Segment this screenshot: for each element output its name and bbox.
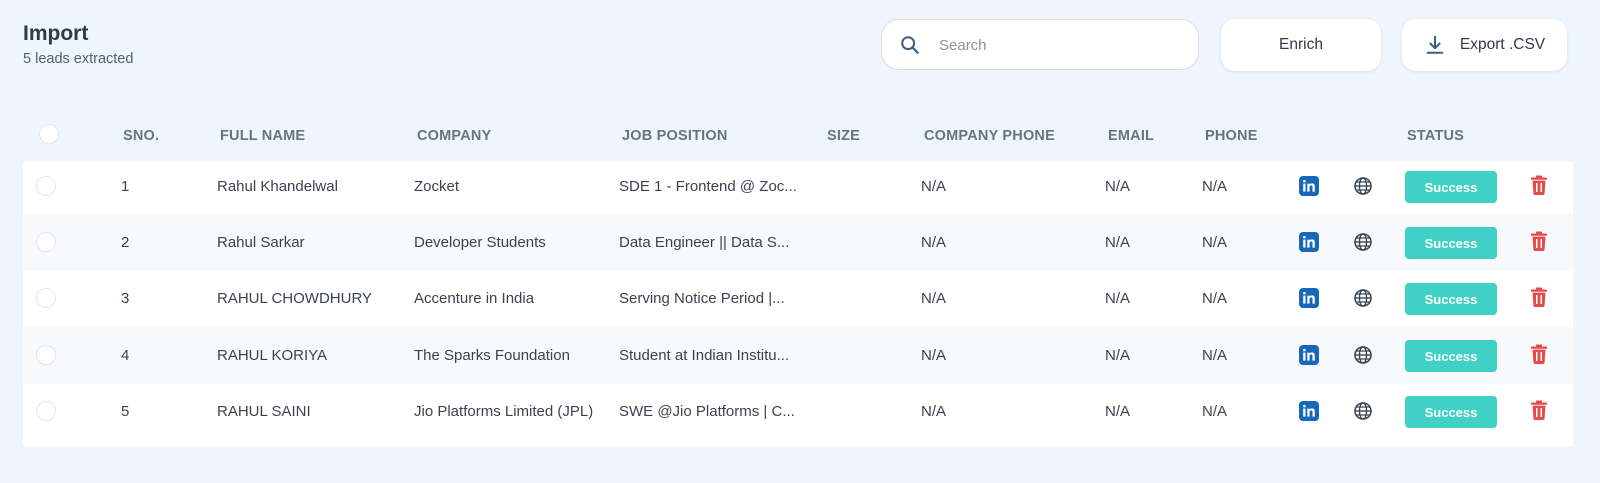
column-header-company[interactable]: COMPANY	[417, 128, 491, 144]
cell-sno: 3	[121, 290, 130, 307]
cell-job-position: Data Engineer || Data S...	[619, 234, 790, 251]
cell-full-name: Rahul Khandelwal	[217, 178, 338, 195]
cell-sno: 4	[121, 347, 130, 364]
cell-company-phone: N/A	[921, 178, 947, 195]
search-box[interactable]	[881, 19, 1199, 70]
column-header-job-position[interactable]: JOB POSITION	[622, 128, 728, 144]
cell-company: The Sparks Foundation	[414, 347, 570, 364]
table-row: 3 RAHUL CHOWDHURY Accenture in India Ser…	[23, 270, 1573, 327]
cell-job-position: Student at Indian Institu...	[619, 347, 790, 364]
select-all-checkbox[interactable]	[39, 124, 59, 144]
globe-icon[interactable]	[1353, 288, 1373, 308]
cell-job-position: SDE 1 - Frontend @ Zoc...	[619, 178, 797, 195]
cell-phone: N/A	[1202, 290, 1228, 307]
trash-icon[interactable]	[1530, 400, 1548, 420]
cell-sno: 5	[121, 403, 130, 420]
cell-company: Accenture in India	[414, 290, 535, 307]
cell-company: Jio Platforms Limited (JPL)	[414, 403, 594, 420]
export-csv-button[interactable]: Export .CSV	[1402, 19, 1567, 71]
cell-email: N/A	[1105, 290, 1131, 307]
cell-sno: 2	[121, 234, 130, 251]
linkedin-icon[interactable]	[1299, 288, 1319, 308]
export-csv-button-label: Export .CSV	[1459, 36, 1546, 53]
globe-icon[interactable]	[1353, 401, 1373, 421]
table-row: 5 RAHUL SAINI Jio Platforms Limited (JPL…	[23, 383, 1573, 440]
cell-email: N/A	[1105, 403, 1131, 420]
status-badge[interactable]: Success	[1405, 340, 1497, 372]
table-row: 4 RAHUL KORIYA The Sparks Foundation Stu…	[23, 327, 1573, 384]
status-badge[interactable]: Success	[1405, 396, 1497, 428]
linkedin-icon[interactable]	[1299, 232, 1319, 252]
search-icon	[901, 36, 919, 54]
status-badge[interactable]: Success	[1405, 171, 1497, 203]
trash-icon[interactable]	[1530, 287, 1548, 307]
trash-icon[interactable]	[1530, 344, 1548, 364]
cell-email: N/A	[1105, 234, 1131, 251]
column-header-company-phone[interactable]: COMPANY PHONE	[924, 128, 1055, 144]
cell-email: N/A	[1105, 347, 1131, 364]
row-checkbox[interactable]	[36, 232, 56, 252]
linkedin-icon[interactable]	[1299, 401, 1319, 421]
cell-phone: N/A	[1202, 234, 1228, 251]
cell-job-position: SWE @Jio Platforms | C...	[619, 403, 795, 420]
cell-company-phone: N/A	[921, 290, 947, 307]
search-input[interactable]	[939, 32, 1179, 58]
cell-company-phone: N/A	[921, 347, 947, 364]
globe-icon[interactable]	[1353, 232, 1373, 252]
status-badge[interactable]: Success	[1405, 283, 1497, 315]
page-subtitle: 5 leads extracted	[23, 51, 134, 67]
column-header-email[interactable]: EMAIL	[1108, 128, 1154, 144]
globe-icon[interactable]	[1353, 345, 1373, 365]
cell-company: Zocket	[414, 178, 460, 195]
column-header-sno[interactable]: SNO.	[123, 128, 159, 144]
download-icon	[1426, 35, 1444, 54]
trash-icon[interactable]	[1530, 231, 1548, 251]
cell-company-phone: N/A	[921, 234, 947, 251]
linkedin-icon[interactable]	[1299, 345, 1319, 365]
row-checkbox[interactable]	[36, 401, 56, 421]
cell-full-name: RAHUL KORIYA	[217, 347, 328, 364]
table-row: 1 Rahul Khandelwal Zocket SDE 1 - Fronte…	[23, 158, 1573, 215]
cell-job-position: Serving Notice Period |...	[619, 290, 785, 307]
cell-sno: 1	[121, 178, 130, 195]
status-badge[interactable]: Success	[1405, 227, 1497, 259]
cell-phone: N/A	[1202, 178, 1228, 195]
page-title: Import	[23, 22, 89, 45]
trash-icon[interactable]	[1530, 175, 1548, 195]
enrich-button-label: Enrich	[1279, 36, 1323, 53]
cell-email: N/A	[1105, 178, 1131, 195]
row-checkbox[interactable]	[36, 176, 56, 196]
linkedin-icon[interactable]	[1299, 176, 1319, 196]
cell-full-name: Rahul Sarkar	[217, 234, 305, 251]
column-header-phone[interactable]: PHONE	[1205, 128, 1258, 144]
column-header-size[interactable]: SIZE	[827, 128, 860, 144]
cell-full-name: RAHUL SAINI	[217, 403, 311, 420]
cell-phone: N/A	[1202, 347, 1228, 364]
column-header-status[interactable]: STATUS	[1407, 128, 1464, 144]
cell-company-phone: N/A	[921, 403, 947, 420]
cell-phone: N/A	[1202, 403, 1228, 420]
row-checkbox[interactable]	[36, 345, 56, 365]
globe-icon[interactable]	[1353, 176, 1373, 196]
cell-company: Developer Students	[414, 234, 546, 251]
enrich-button[interactable]: Enrich	[1221, 19, 1381, 71]
cell-full-name: RAHUL CHOWDHURY	[217, 290, 373, 307]
table-row: 2 Rahul Sarkar Developer Students Data E…	[23, 214, 1573, 271]
row-checkbox[interactable]	[36, 288, 56, 308]
column-header-full-name[interactable]: FULL NAME	[220, 128, 305, 144]
